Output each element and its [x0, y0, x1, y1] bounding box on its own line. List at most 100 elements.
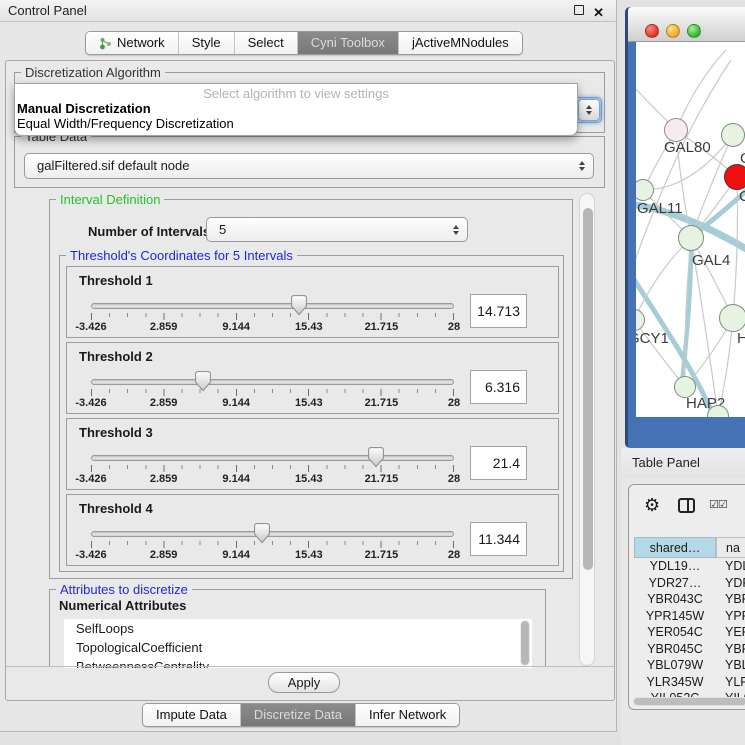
slider-thumb[interactable]: [254, 523, 270, 544]
tick-label: -3.426: [75, 473, 106, 485]
cell: YPR1: [716, 608, 745, 625]
top-tab-bar: Network Style Select Cyni Toolbox jActiv…: [85, 31, 523, 55]
zoom-traffic-light-icon[interactable]: [687, 24, 701, 38]
slider-thumb[interactable]: [195, 371, 211, 392]
slider-track[interactable]: [91, 531, 454, 537]
group-title: Attributes to discretize: [56, 582, 192, 597]
table-row[interactable]: YBR045CYBR0: [634, 641, 745, 658]
tick-label: 9.144: [222, 473, 250, 485]
cell: YLR345W: [634, 674, 716, 691]
dropdown-option-equal-width[interactable]: Equal Width/Frequency Discretization: [15, 116, 577, 131]
node-label: GAL80: [664, 139, 711, 156]
column-checkboxes-icon[interactable]: ☑☑: [709, 498, 727, 511]
tab-select[interactable]: Select: [235, 32, 298, 54]
network-view-window: GAL80 GA C GAL11 GAL4 GCY1 H HAP2: [625, 7, 745, 448]
threshold-2-slider[interactable]: -3.426 2.859 9.144 15.43 21.715 28: [91, 374, 454, 412]
dropdown-option-manual[interactable]: Manual Discretization: [15, 101, 577, 116]
table-row[interactable]: YER054CYER0: [634, 624, 745, 641]
list-item[interactable]: TopologicalCoefficient: [64, 638, 532, 657]
tab-cyni-toolbox[interactable]: Cyni Toolbox: [298, 32, 399, 54]
float-window-icon[interactable]: [574, 5, 584, 15]
tick-label: 21.715: [365, 549, 399, 561]
gear-icon[interactable]: ⚙: [644, 495, 660, 515]
slider-axis-labels: -3.426 2.859 9.144 15.43 21.715 28: [91, 397, 454, 410]
node-label: GCY1: [636, 330, 669, 347]
tab-infer-network[interactable]: Infer Network: [356, 704, 459, 726]
column-header-shared-name[interactable]: shared…: [634, 537, 716, 558]
table-horizontal-scrollbar[interactable]: [633, 697, 745, 706]
tick-label: 15.43: [295, 473, 323, 485]
panel-scrollbar[interactable]: [579, 193, 595, 666]
scrollbar-thumb[interactable]: [634, 698, 745, 705]
num-intervals-value: 5: [219, 218, 226, 241]
panel-title: Control Panel: [8, 0, 87, 21]
close-traffic-light-icon[interactable]: [645, 24, 659, 38]
table-row[interactable]: YDR27…YDR2: [634, 575, 745, 592]
slider-track[interactable]: [91, 303, 454, 309]
table-row[interactable]: YDL19…YDL1: [634, 558, 745, 575]
tab-jactivemnodules[interactable]: jActiveMNodules: [399, 32, 522, 54]
table-row[interactable]: YPR145WYPR1: [634, 608, 745, 625]
slider-track[interactable]: [91, 455, 454, 461]
selected-table: galFiltered.sif default node: [37, 154, 189, 178]
network-node[interactable]: [721, 123, 745, 147]
tab-discretize-data[interactable]: Discretize Data: [241, 704, 356, 726]
cell: YPR145W: [634, 608, 716, 625]
network-canvas[interactable]: GAL80 GA C GAL11 GAL4 GCY1 H HAP2: [636, 42, 745, 417]
table-row[interactable]: YLR345WYLR3: [634, 674, 745, 691]
threshold-value-field[interactable]: 21.4: [470, 446, 527, 480]
tab-impute-data[interactable]: Impute Data: [143, 704, 241, 726]
slider-thumb[interactable]: [368, 447, 384, 468]
network-node[interactable]: [719, 304, 745, 332]
tick-label: 15.43: [295, 321, 323, 333]
slider-ticks-major: [91, 541, 455, 548]
spinner-arrows-icon: [453, 225, 459, 235]
close-icon[interactable]: ✕: [593, 2, 604, 23]
table-data-group: Table Data galFiltered.sif default node: [14, 136, 605, 188]
column-header-name[interactable]: na: [716, 537, 745, 558]
group-title: Interval Definition: [56, 192, 164, 207]
scrollbar-thumb[interactable]: [583, 208, 593, 570]
threshold-1-slider[interactable]: -3.426 2.859 9.144 15.43 21.715 28: [91, 298, 454, 336]
scrollbar-thumb[interactable]: [521, 621, 529, 665]
list-item[interactable]: SelfLoops: [64, 619, 532, 638]
dropdown-placeholder: Select algorithm to view settings: [15, 84, 577, 101]
cell: YBR043C: [634, 591, 716, 608]
attributes-scrollbar[interactable]: [520, 620, 530, 667]
network-node-selected[interactable]: [724, 164, 745, 190]
split-column-icon[interactable]: [678, 498, 695, 513]
threshold-value-field[interactable]: 11.344: [470, 522, 527, 556]
table-panel-header: Table Panel: [621, 448, 745, 478]
attributes-group: Attributes to discretize Numerical Attri…: [49, 589, 546, 666]
table-row[interactable]: YBL079WYBL0: [634, 657, 745, 674]
numerical-attributes-list[interactable]: SelfLoops TopologicalCoefficient Between…: [64, 619, 532, 668]
slider-track[interactable]: [91, 379, 454, 385]
combo-arrow-button[interactable]: [578, 99, 600, 121]
threshold-1-panel: Threshold 1 -3.426 2.859 9.144 15.43 21.…: [66, 266, 559, 338]
tick-label: 2.859: [150, 321, 178, 333]
tab-label: Select: [248, 32, 284, 54]
tick-label: 9.144: [222, 321, 250, 333]
network-window-titlebar: [628, 7, 745, 42]
tick-label: 9.144: [222, 549, 250, 561]
num-intervals-spinner[interactable]: 5: [206, 217, 468, 242]
tab-label: Impute Data: [156, 704, 227, 726]
threshold-3-slider[interactable]: -3.426 2.859 9.144 15.43 21.715 28: [91, 450, 454, 488]
node-label: C: [739, 188, 745, 205]
table-row[interactable]: YBR043CYBR0: [634, 591, 745, 608]
tab-network[interactable]: Network: [86, 32, 179, 54]
tab-style[interactable]: Style: [179, 32, 235, 54]
cell: YDR27…: [634, 575, 716, 592]
slider-ticks-major: [91, 313, 455, 320]
cell: YBR0: [716, 641, 745, 658]
minimize-traffic-light-icon[interactable]: [666, 24, 680, 38]
threshold-4-slider[interactable]: -3.426 2.859 9.144 15.43 21.715 28: [91, 526, 454, 564]
network-node-gal4[interactable]: [678, 225, 704, 251]
slider-thumb[interactable]: [291, 295, 307, 316]
table-data-select[interactable]: galFiltered.sif default node: [24, 153, 594, 179]
tick-label: 21.715: [365, 321, 399, 333]
threshold-value-field[interactable]: 6.316: [470, 370, 527, 404]
tick-label: -3.426: [75, 549, 106, 561]
apply-button[interactable]: Apply: [268, 672, 340, 693]
threshold-value-field[interactable]: 14.713: [470, 294, 527, 328]
